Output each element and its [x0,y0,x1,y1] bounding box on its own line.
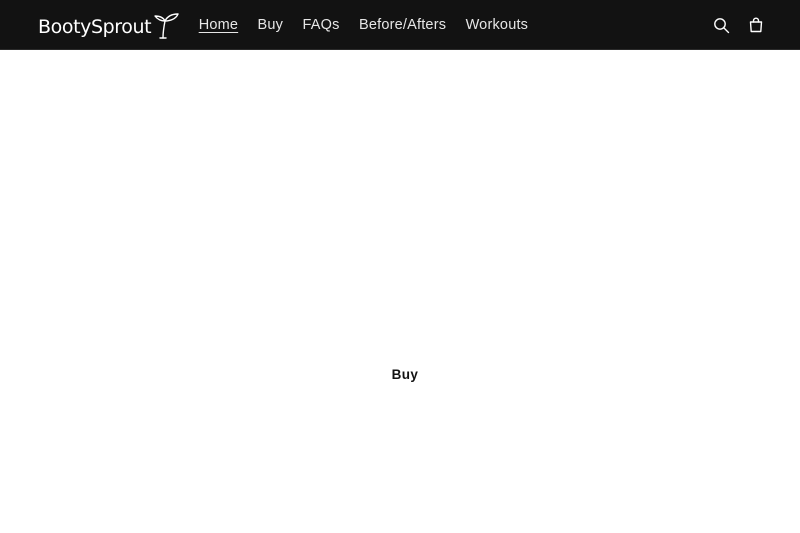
nav-faqs[interactable]: FAQs [293,18,349,33]
sprout-icon [154,13,179,39]
cart-icon [749,17,763,33]
nav-buy[interactable]: Buy [248,18,293,33]
nav-home[interactable]: Home [189,18,248,33]
buy-link[interactable]: Buy [0,367,800,382]
site-logo[interactable]: BootySprout [38,9,180,41]
nav-before-afters[interactable]: Before/Afters [349,18,456,33]
logo-text: BootySprout [38,16,152,38]
main-nav: Home Buy FAQs Before/Afters Workouts [189,0,538,50]
search-button[interactable] [708,12,734,38]
cart-button[interactable] [743,12,769,38]
nav-workouts[interactable]: Workouts [456,18,538,33]
search-icon [713,17,729,33]
main-content: Buy [0,51,800,533]
site-header: BootySprout Home Buy FAQs Before/Afters … [0,0,800,50]
